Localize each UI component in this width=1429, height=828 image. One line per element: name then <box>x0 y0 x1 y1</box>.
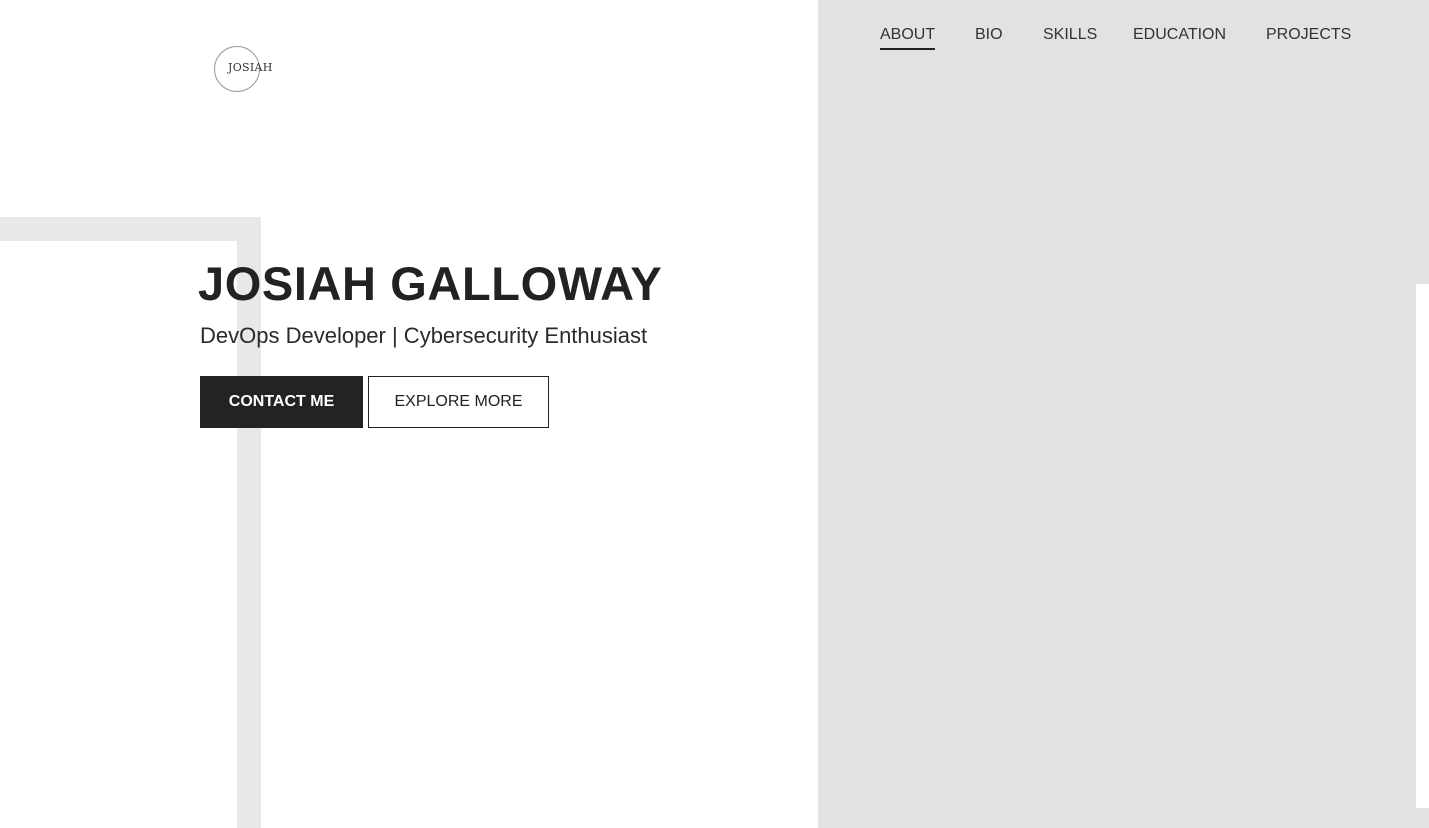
decorative-accent-strip <box>1416 284 1429 808</box>
contact-me-button[interactable]: CONTACT ME <box>200 376 363 428</box>
nav-item-education[interactable]: EDUCATION <box>1133 24 1226 50</box>
nav-item-projects[interactable]: PROJECTS <box>1266 24 1351 50</box>
nav-item-skills[interactable]: SKILLS <box>1043 24 1097 50</box>
hero-subtitle: DevOps Developer | Cybersecurity Enthusi… <box>200 323 648 348</box>
explore-more-button[interactable]: EXPLORE MORE <box>368 376 549 428</box>
hero-image-panel <box>818 0 1429 828</box>
page: JOSIAH ABOUT BIO SKILLS EDUCATION PROJEC… <box>0 0 1429 828</box>
nav-item-bio[interactable]: BIO <box>975 24 1003 50</box>
hero-name-heading: JOSIAH GALLOWAY <box>198 257 663 310</box>
nav-item-about[interactable]: ABOUT <box>880 24 936 50</box>
decorative-frame-top <box>0 217 261 241</box>
logo-text: JOSIAH <box>228 61 273 74</box>
